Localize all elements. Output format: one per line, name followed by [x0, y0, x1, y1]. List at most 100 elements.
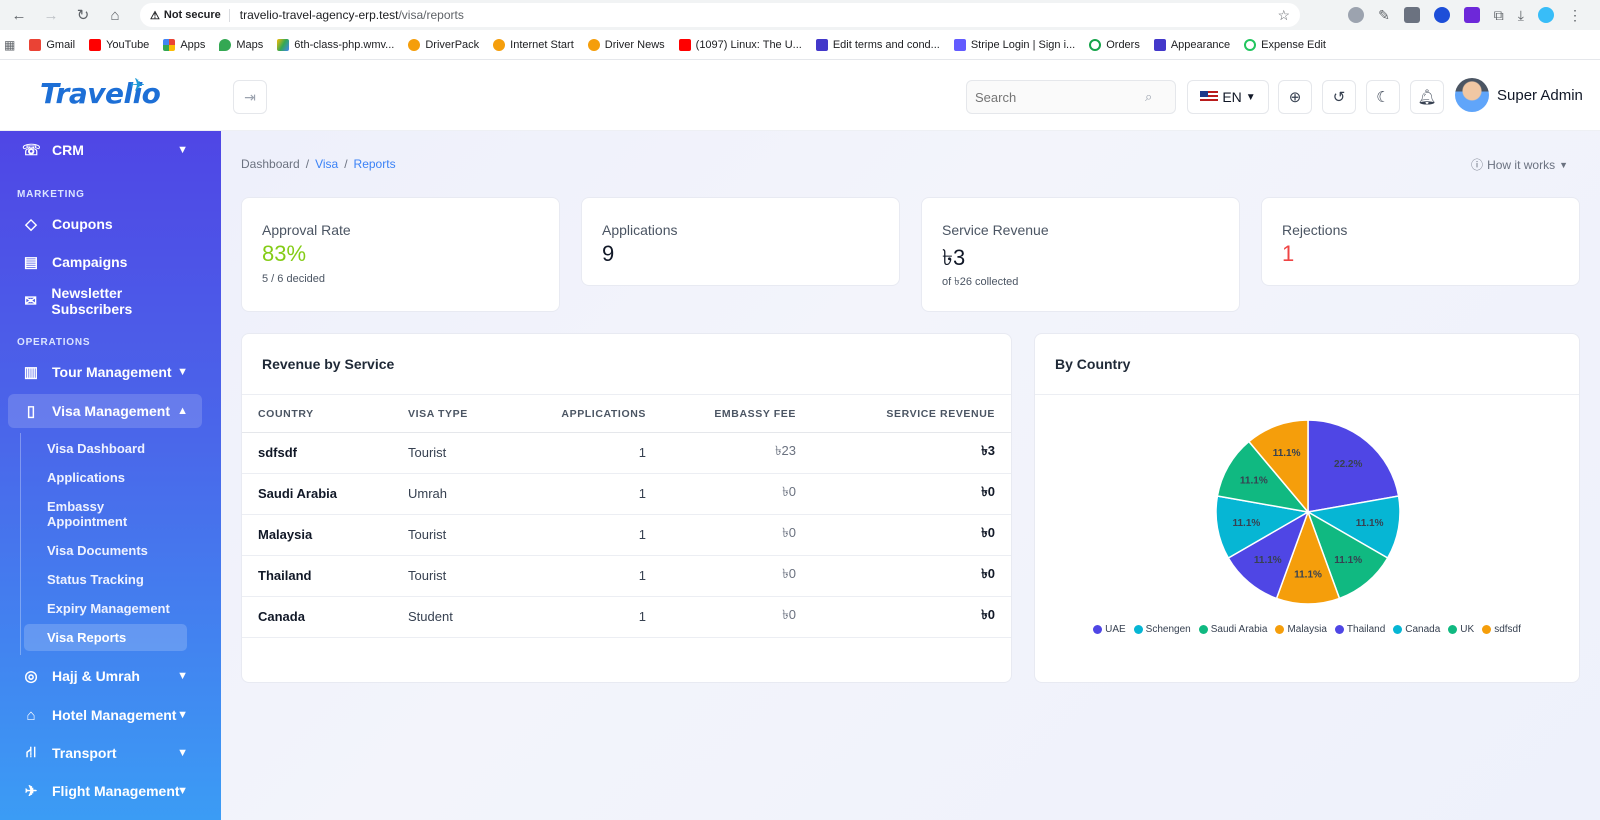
breadcrumb-visa[interactable]: Visa	[315, 157, 338, 171]
bookmark-youtube[interactable]: YouTube	[89, 38, 149, 51]
sidebar-item-hotel-management[interactable]: ⌂ Hotel Management ▼	[8, 698, 202, 732]
avatar	[1455, 78, 1489, 112]
sidebar-subitem-visa-dashboard[interactable]: Visa Dashboard	[24, 435, 187, 462]
table-header-row: COUNTRY VISA TYPE APPLICATIONS EMBASSY F…	[242, 396, 1011, 433]
browser-toolbar-icons: ✎ ⧉ ⤓ ⋮	[1348, 7, 1600, 24]
sidebar-item-hajj-umrah[interactable]: ◎ Hajj & Umrah ▼	[8, 659, 202, 693]
sidebar-subitem-status-tracking[interactable]: Status Tracking	[24, 566, 187, 593]
how-it-works-button[interactable]: ⓘ How it works ▼	[1471, 156, 1568, 173]
reload-icon[interactable]: ↻	[70, 2, 96, 28]
language-selector[interactable]: EN ▼	[1187, 80, 1269, 114]
bookmark-edit-terms[interactable]: Edit terms and cond...	[815, 38, 940, 51]
bookmark-drive-video[interactable]: 6th-class-php.wmv...	[277, 38, 394, 51]
sidebar-subitem-embassy-appointment[interactable]: Embassy Appointment	[24, 493, 174, 535]
cell-visa-type: Tourist	[392, 555, 522, 597]
dark-mode-button[interactable]: ☾	[1366, 80, 1400, 114]
legend-label: Schengen	[1145, 624, 1191, 635]
breadcrumb-separator: /	[305, 157, 310, 171]
apps-grid-icon[interactable]: ▦	[4, 38, 15, 52]
legend-item[interactable]: Schengen	[1133, 624, 1191, 635]
bookmark-gmail[interactable]: Gmail	[29, 38, 75, 51]
bookmark-driver-news[interactable]: Driver News	[587, 38, 665, 51]
column-header-country[interactable]: COUNTRY	[242, 396, 392, 433]
refresh-button[interactable]: ↺	[1322, 80, 1356, 114]
home-icon[interactable]: ⌂	[102, 2, 128, 28]
sidebar-toggle-button[interactable]: ⇥	[233, 80, 267, 114]
bookmark-maps[interactable]: Maps	[219, 38, 263, 51]
sidebar-subitem-visa-documents[interactable]: Visa Documents	[24, 537, 187, 564]
globe-button[interactable]: ⊕	[1278, 80, 1312, 114]
cell-service-revenue: ৳3	[812, 432, 1011, 474]
sidebar-subitem-visa-reports[interactable]: Visa Reports	[24, 624, 187, 651]
search-input[interactable]	[975, 89, 1145, 105]
back-icon[interactable]: ←	[6, 2, 32, 28]
forward-icon[interactable]: →	[38, 2, 64, 28]
sidebar-item-label: Flight Management	[52, 783, 180, 799]
extension-badge-icon[interactable]	[1463, 7, 1480, 23]
plane-icon: ✈	[24, 783, 38, 800]
extension-circle-icon[interactable]	[1433, 7, 1450, 23]
sidebar-item-campaigns[interactable]: ▤ Campaigns	[8, 245, 202, 279]
cell-service-revenue: ৳0	[812, 514, 1011, 556]
sidebar-item-tour-management[interactable]: ▥ Tour Management ▼	[8, 355, 202, 389]
bookmark-expense-edit[interactable]: Expense Edit	[1244, 38, 1326, 51]
refresh-icon: ↺	[1332, 89, 1346, 106]
chevron-down-icon: ▼	[177, 747, 188, 759]
sidebar-subitem-applications[interactable]: Applications	[24, 464, 187, 491]
legend-item[interactable]: Thailand	[1334, 624, 1385, 635]
bookmark-internet-start[interactable]: Internet Start	[493, 38, 574, 51]
url-bar[interactable]: ⚠ Not secure travelio-travel-agency-erp.t…	[140, 3, 1300, 27]
column-header-visa-type[interactable]: VISA TYPE	[392, 396, 522, 433]
column-header-embassy-fee[interactable]: EMBASSY FEE	[662, 396, 812, 433]
browser-menu-icon[interactable]: ⋮	[1568, 7, 1582, 24]
sidebar-item-transport[interactable]: ⛙ Transport ▼	[8, 736, 202, 770]
extensions-puzzle-icon[interactable]: ⧉	[1494, 7, 1504, 24]
sidebar-item-crm[interactable]: ☏ CRM ▼	[8, 133, 202, 167]
breadcrumb-separator: /	[344, 157, 348, 171]
sidebar-item-visa-management[interactable]: ▯ Visa Management ▲	[8, 394, 202, 428]
main-content: Dashboard / Visa / Reports ⓘ How it work…	[221, 131, 1600, 820]
profile-avatar-icon[interactable]	[1538, 7, 1554, 23]
breadcrumb-dashboard[interactable]: Dashboard	[241, 157, 300, 171]
collapse-arrow-icon: ⇥	[244, 88, 256, 105]
bookmark-stripe[interactable]: Stripe Login | Sign i...	[953, 38, 1075, 51]
legend-item[interactable]: UK	[1448, 624, 1474, 635]
extension-camera-icon[interactable]	[1403, 7, 1420, 23]
bookmark-driverpack[interactable]: DriverPack	[408, 38, 479, 51]
table-row: sdfsdf Tourist 1 ৳23 ৳3	[242, 432, 1011, 474]
legend-item[interactable]: UAE	[1093, 624, 1126, 635]
bookmark-label: Orders	[1106, 38, 1140, 51]
bookmark-linux-video[interactable]: (1097) Linux: The U...	[678, 38, 802, 51]
cell-embassy-fee: ৳0	[662, 473, 812, 515]
search-icon[interactable]: ⌕	[1145, 89, 1152, 105]
column-header-applications[interactable]: APPLICATIONS	[522, 396, 662, 433]
column-header-service-revenue[interactable]: SERVICE REVENUE	[812, 396, 1011, 433]
service-revenue-label: Service Revenue	[942, 222, 1049, 238]
bookmark-star-icon[interactable]: ☆	[1277, 7, 1290, 24]
sidebar-item-label: Coupons	[52, 216, 113, 232]
cell-visa-type: Student	[392, 596, 522, 638]
cell-service-revenue: ৳0	[812, 473, 1011, 515]
legend-item[interactable]: Malaysia	[1275, 624, 1327, 635]
sidebar-subitem-expiry-management[interactable]: Expiry Management	[24, 595, 187, 622]
not-secure-badge[interactable]: ⚠ Not secure	[150, 8, 230, 22]
bookmark-appearance[interactable]: Appearance	[1153, 38, 1231, 51]
legend-item[interactable]: Saudi Arabia	[1198, 624, 1267, 635]
bookmark-label: Appearance	[1170, 38, 1231, 51]
user-name: Super Admin	[1497, 86, 1583, 104]
legend-item[interactable]: sdfsdf	[1482, 624, 1521, 635]
cell-applications: 1	[522, 555, 662, 597]
download-icon[interactable]: ⤓	[1518, 7, 1524, 24]
extension-globe-icon[interactable]	[1348, 7, 1365, 23]
sidebar-item-flight-management[interactable]: ✈ Flight Management ▼	[8, 774, 202, 808]
search-field[interactable]: ⌕	[966, 80, 1176, 114]
sidebar-item-newsletter[interactable]: ✉ Newsletter Subscribers	[8, 284, 202, 318]
bookmark-orders[interactable]: Orders	[1089, 38, 1140, 51]
user-menu[interactable]: Super Admin	[1455, 78, 1583, 112]
legend-item[interactable]: Canada	[1393, 624, 1440, 635]
sidebar: ☏ CRM ▼ MARKETING ◇ Coupons ▤ Campaigns …	[0, 131, 221, 820]
notifications-button[interactable]: 🔔︎	[1410, 80, 1444, 114]
bookmark-apps[interactable]: Apps	[163, 38, 205, 51]
sidebar-item-coupons[interactable]: ◇ Coupons	[8, 207, 202, 241]
extension-pen-icon[interactable]: ✎	[1378, 7, 1390, 24]
